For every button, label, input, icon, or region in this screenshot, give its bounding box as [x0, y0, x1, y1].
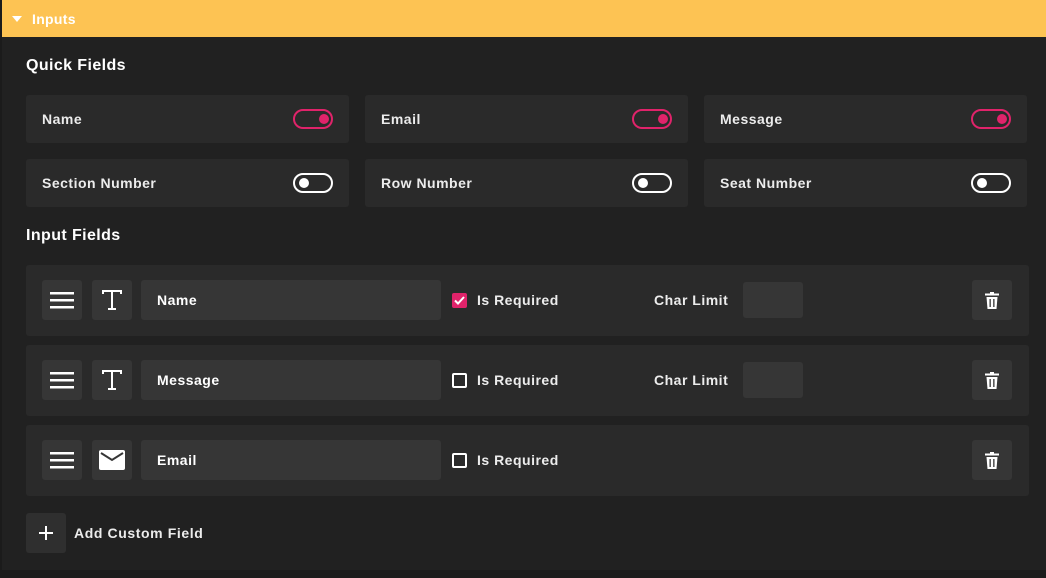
quick-field-label: Message [720, 111, 783, 127]
is-required-label: Is Required [477, 372, 559, 388]
delete-field-button[interactable] [972, 440, 1012, 480]
toggle-knob [299, 178, 309, 188]
toggle-knob [638, 178, 648, 188]
trash-icon [985, 291, 999, 309]
add-custom-field-button[interactable]: Add Custom Field [26, 513, 203, 553]
quick-field-label: Row Number [381, 175, 473, 191]
is-required-checkbox[interactable]: Is Required [452, 292, 559, 308]
field-name-input[interactable] [141, 360, 441, 400]
input-fields-title: Input Fields [26, 227, 121, 244]
plus-icon [39, 526, 53, 540]
input-field-row: Is Required [26, 425, 1029, 496]
toggle-knob [319, 114, 329, 124]
inputs-section-header[interactable]: Inputs [2, 0, 1046, 37]
field-type-button[interactable] [92, 360, 132, 400]
quick-field-toggle[interactable] [971, 109, 1011, 129]
checkbox-box [452, 452, 467, 468]
quick-field-label: Seat Number [720, 175, 812, 191]
inputs-panel: Inputs Quick Fields Name Email Message S… [2, 0, 1046, 570]
drag-handle[interactable] [42, 280, 82, 320]
is-required-label: Is Required [477, 292, 559, 308]
quick-field-row-number: Row Number [365, 159, 688, 207]
section-header-title: Inputs [32, 10, 76, 27]
text-icon [102, 370, 122, 390]
quick-fields-grid: Name Email Message Section Number Row Nu… [26, 95, 1029, 207]
quick-field-toggle[interactable] [293, 173, 333, 193]
quick-field-email: Email [365, 95, 688, 143]
input-field-row: Is Required Char Limit [26, 345, 1029, 416]
quick-field-toggle[interactable] [632, 173, 672, 193]
toggle-knob [658, 114, 668, 124]
quick-field-label: Name [42, 111, 83, 127]
field-name-input[interactable] [141, 440, 441, 480]
toggle-knob [997, 114, 1007, 124]
menu-icon [50, 292, 74, 309]
menu-icon [50, 452, 74, 469]
is-required-checkbox[interactable]: Is Required [452, 372, 559, 388]
text-icon [102, 290, 122, 310]
add-button-square [26, 513, 66, 553]
quick-fields-title: Quick Fields [26, 57, 126, 74]
quick-field-seat-number: Seat Number [704, 159, 1027, 207]
drag-handle[interactable] [42, 440, 82, 480]
quick-field-toggle[interactable] [971, 173, 1011, 193]
char-limit-input[interactable] [743, 282, 803, 318]
checkbox-box [452, 372, 467, 388]
delete-field-button[interactable] [972, 360, 1012, 400]
add-custom-field-label: Add Custom Field [74, 525, 204, 541]
is-required-label: Is Required [477, 452, 559, 468]
field-name-input[interactable] [141, 280, 441, 320]
quick-field-toggle[interactable] [293, 109, 333, 129]
checkbox-box [452, 292, 467, 308]
drag-handle[interactable] [42, 360, 82, 400]
quick-field-label: Email [381, 111, 421, 127]
quick-field-label: Section Number [42, 175, 157, 191]
trash-icon [985, 451, 999, 469]
mail-icon [99, 450, 125, 470]
input-field-row: Is Required Char Limit [26, 265, 1029, 336]
field-type-button[interactable] [92, 440, 132, 480]
delete-field-button[interactable] [972, 280, 1012, 320]
quick-field-message: Message [704, 95, 1027, 143]
caret-down-icon [12, 15, 22, 22]
check-icon [454, 295, 465, 305]
char-limit-input[interactable] [743, 362, 803, 398]
trash-icon [985, 371, 999, 389]
quick-field-section-number: Section Number [26, 159, 349, 207]
char-limit-label: Char Limit [654, 292, 729, 308]
quick-field-name: Name [26, 95, 349, 143]
quick-field-toggle[interactable] [632, 109, 672, 129]
is-required-checkbox[interactable]: Is Required [452, 452, 559, 468]
field-type-button[interactable] [92, 280, 132, 320]
toggle-knob [977, 178, 987, 188]
char-limit-label: Char Limit [654, 372, 729, 388]
menu-icon [50, 372, 74, 389]
